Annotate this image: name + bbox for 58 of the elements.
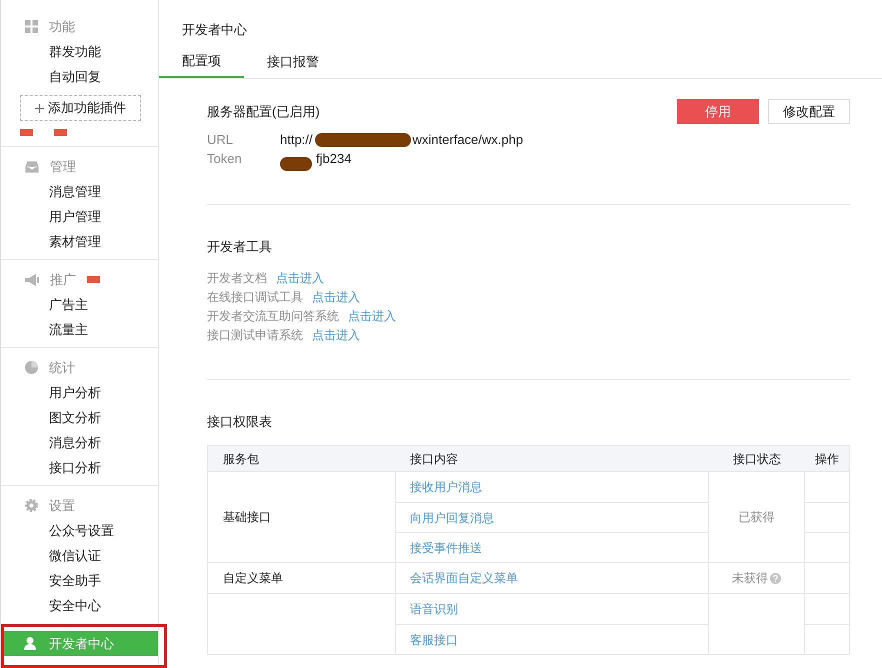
disable-button[interactable]: 停用 bbox=[677, 99, 759, 124]
menu-item[interactable]: 广告主 bbox=[1, 292, 158, 317]
grid-icon bbox=[25, 20, 38, 33]
page-title: 开发者中心 bbox=[181, 21, 248, 39]
menu-item[interactable]: 用户分析 bbox=[1, 380, 158, 405]
new-badge-icon bbox=[54, 129, 67, 136]
section-title: 开发者工具 bbox=[207, 238, 273, 256]
plus-icon bbox=[35, 104, 44, 112]
pie-chart-icon bbox=[25, 361, 38, 374]
table-cell-text: 基础接口 bbox=[223, 509, 271, 526]
table-cell-text: 自定义菜单 bbox=[223, 570, 283, 587]
menu-item[interactable]: 微信认证 bbox=[1, 543, 158, 568]
group-title: 设置 bbox=[49, 496, 75, 515]
menu-item[interactable]: 用户管理 bbox=[1, 204, 158, 229]
tool-name: 在线接口调试工具 bbox=[207, 289, 303, 306]
field-label: URL bbox=[207, 130, 234, 149]
group-title: 推广 bbox=[50, 270, 76, 289]
tool-name: 接口测试申请系统 bbox=[207, 327, 303, 344]
status-text: 未获得 bbox=[732, 570, 768, 587]
person-icon bbox=[24, 637, 36, 650]
field-value: http:// bbox=[280, 130, 313, 149]
menu-item[interactable]: 公众号设置 bbox=[1, 518, 158, 543]
field-value: wxinterface/wx.php bbox=[412, 130, 524, 149]
gear-icon bbox=[25, 499, 38, 512]
section-title: 接口权限表 bbox=[207, 412, 273, 430]
menu-item[interactable]: 消息管理 bbox=[1, 179, 158, 204]
tab[interactable]: 接口报警 bbox=[244, 45, 342, 78]
column-header: 服务包 bbox=[223, 452, 259, 466]
tool-name: 开发者交流互助问答系统 bbox=[207, 308, 339, 325]
tab[interactable]: 配置项 bbox=[159, 45, 244, 78]
menu-item[interactable]: 流量主 bbox=[1, 317, 158, 342]
edit-config-button[interactable]: 修改配置 bbox=[768, 99, 850, 124]
megaphone-icon bbox=[25, 274, 39, 286]
add-plugin-button[interactable]: 添加功能插件 bbox=[20, 95, 141, 121]
menu-item[interactable]: 接口分析 bbox=[1, 455, 158, 480]
menu-item[interactable]: 消息分析 bbox=[1, 430, 158, 455]
group-title: 管理 bbox=[50, 158, 76, 176]
menu-item[interactable]: 图文分析 bbox=[1, 405, 158, 430]
menu-item[interactable]: 群发功能 bbox=[1, 39, 158, 64]
new-badge-icon bbox=[20, 129, 33, 136]
menu-item[interactable]: 自动回复 bbox=[1, 64, 158, 89]
column-header: 接口内容 bbox=[410, 452, 458, 466]
status-text: 已获得 bbox=[738, 509, 774, 526]
group-title: 功能 bbox=[49, 18, 75, 36]
inbox-icon bbox=[25, 160, 39, 172]
menu-item[interactable]: 安全助手 bbox=[1, 568, 158, 593]
help-icon bbox=[770, 572, 781, 584]
field-label: Token bbox=[207, 150, 243, 168]
tool-name: 开发者文档 bbox=[207, 270, 267, 287]
field-value: fjb234 bbox=[316, 150, 352, 168]
menu-item[interactable]: 素材管理 bbox=[1, 229, 158, 254]
menu-item[interactable]: 安全中心 bbox=[1, 593, 158, 618]
section-title: 服务器配置(已启用) bbox=[207, 102, 320, 121]
group-title: 统计 bbox=[49, 358, 75, 377]
redaction-mark bbox=[280, 156, 312, 170]
column-header: 接口状态 bbox=[733, 452, 781, 466]
new-badge-icon bbox=[87, 276, 100, 283]
column-header: 操作 bbox=[815, 452, 839, 466]
